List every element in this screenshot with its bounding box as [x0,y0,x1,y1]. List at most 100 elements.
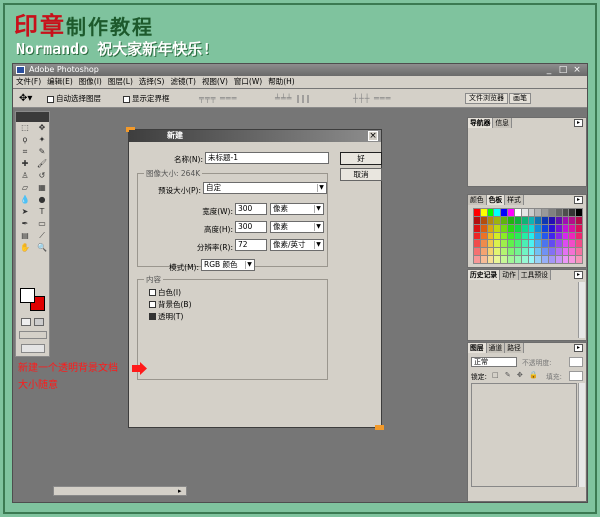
swatch-cell[interactable] [487,216,494,224]
swatch-cell[interactable] [474,224,480,232]
tab-color[interactable]: 颜色 [468,195,487,205]
swatch-cell[interactable] [569,240,576,248]
swatch-cell[interactable] [494,248,501,256]
swatch-cell[interactable] [542,240,548,248]
minimize-button[interactable]: _ [543,65,555,75]
contents-background-option[interactable]: 背景色(B) [149,300,192,310]
mode-select[interactable]: RGB 颜色 ▼ [201,259,255,271]
swatch-cell[interactable] [508,209,514,216]
marquee-tool-icon[interactable]: ⬚ [18,122,32,133]
swatch-cell[interactable] [576,209,582,216]
swatch-cell[interactable] [555,224,562,232]
swatch-cell[interactable] [542,232,548,240]
swatch-cell[interactable] [528,232,535,240]
notes-tool-icon[interactable]: ▤ [18,230,32,241]
swatch-cell[interactable] [548,209,555,216]
status-arrow-icon[interactable]: ▸ [178,487,182,495]
swatch-cell[interactable] [562,240,569,248]
swatch-cell[interactable] [501,248,508,256]
history-menu-icon[interactable]: ▸ [574,271,583,279]
panel-menu-icon[interactable]: ▸ [574,119,583,127]
fill-input[interactable] [569,371,583,381]
swatch-cell[interactable] [480,232,487,240]
standard-mode-icon[interactable] [21,318,31,326]
close-button[interactable]: × [571,65,583,75]
auto-select-checkbox[interactable] [47,95,54,103]
move-tool-icon[interactable]: ✥▾ [19,93,32,104]
swatch-cell[interactable] [576,256,582,263]
swatch-cell[interactable] [548,256,555,263]
menu-help[interactable]: 帮助(H) [268,76,295,88]
swatch-cell[interactable] [521,209,528,216]
swatch-cell[interactable] [494,216,501,224]
swatch-cell[interactable] [535,248,542,256]
eraser-tool-icon[interactable]: ▱ [18,182,32,193]
swatch-cell[interactable] [542,224,548,232]
swatch-cell[interactable] [528,209,535,216]
swatch-cell[interactable] [528,216,535,224]
resolution-unit-select[interactable]: 像素/英寸 ▼ [270,239,324,251]
swatch-cell[interactable] [487,240,494,248]
swatch-cell[interactable] [474,240,480,248]
layers-menu-icon[interactable]: ▸ [574,344,583,352]
swatch-cell[interactable] [528,240,535,248]
swatch-cell[interactable] [535,240,542,248]
tab-navigator[interactable]: 导航器 [468,118,494,128]
swatch-cell[interactable] [514,248,521,256]
dodge-tool-icon[interactable]: ● [35,194,49,205]
swatch-cell[interactable] [494,209,501,216]
menu-edit[interactable]: 编辑(E) [47,76,73,88]
swatches-menu-icon[interactable]: ▸ [574,196,583,204]
swatch-cell[interactable] [535,209,542,216]
menu-file[interactable]: 文件(F) [16,76,41,88]
swatch-cell[interactable] [569,232,576,240]
swatch-cell[interactable] [487,248,494,256]
swatch-cell[interactable] [542,209,548,216]
tab-info[interactable]: 信息 [493,118,512,128]
file-browser-tab[interactable]: 文件浏览器 [465,93,508,104]
swatch-cell[interactable] [562,209,569,216]
swatch-cell[interactable] [576,216,582,224]
width-input[interactable]: 300 [235,203,267,215]
swatch-cell[interactable] [576,240,582,248]
swatch-cell[interactable] [480,224,487,232]
swatch-cell[interactable] [521,256,528,263]
swatch-cell[interactable] [501,232,508,240]
swatch-cell[interactable] [576,248,582,256]
swatch-cell[interactable] [487,232,494,240]
swatch-cell[interactable] [474,216,480,224]
brush-tool-icon[interactable]: 🖌 [35,158,49,169]
swatch-cell[interactable] [548,232,555,240]
swatch-cell[interactable] [555,232,562,240]
swatch-cell[interactable] [569,224,576,232]
tab-layers[interactable]: 图层 [468,343,487,353]
swatch-cell[interactable] [514,216,521,224]
zoom-tool-icon[interactable]: 🔍 [35,242,49,253]
hand-tool-icon[interactable]: ✋ [18,242,32,253]
swatch-cell[interactable] [569,209,576,216]
swatch-cell[interactable] [508,216,514,224]
swatch-cell[interactable] [508,232,514,240]
menu-select[interactable]: 选择(S) [139,76,165,88]
swatch-cell[interactable] [508,248,514,256]
preset-select[interactable]: 自定 ▼ [203,182,327,194]
swatch-cell[interactable] [474,232,480,240]
shape-tool-icon[interactable]: ▭ [35,218,49,229]
quickmask-mode-icon[interactable] [34,318,44,326]
path-select-icon[interactable]: ➤ [18,206,32,217]
maximize-button[interactable]: □ [557,65,569,75]
history-scrollbar[interactable] [578,282,585,338]
resolution-input[interactable]: 72 [235,239,267,251]
opacity-input[interactable] [569,357,583,367]
tab-history[interactable]: 历史记录 [468,270,501,280]
swatch-cell[interactable] [548,240,555,248]
swatch-cell[interactable] [555,209,562,216]
swatch-cell[interactable] [562,256,569,263]
swatch-cell[interactable] [542,216,548,224]
tab-paths[interactable]: 路径 [505,343,524,353]
show-bounds-option[interactable]: 显示定界框 [123,89,170,108]
height-input[interactable]: 300 [235,221,267,233]
background-checkbox[interactable] [149,301,156,308]
swatch-cell[interactable] [480,256,487,263]
stamp-tool-icon[interactable]: ♙ [18,170,32,181]
